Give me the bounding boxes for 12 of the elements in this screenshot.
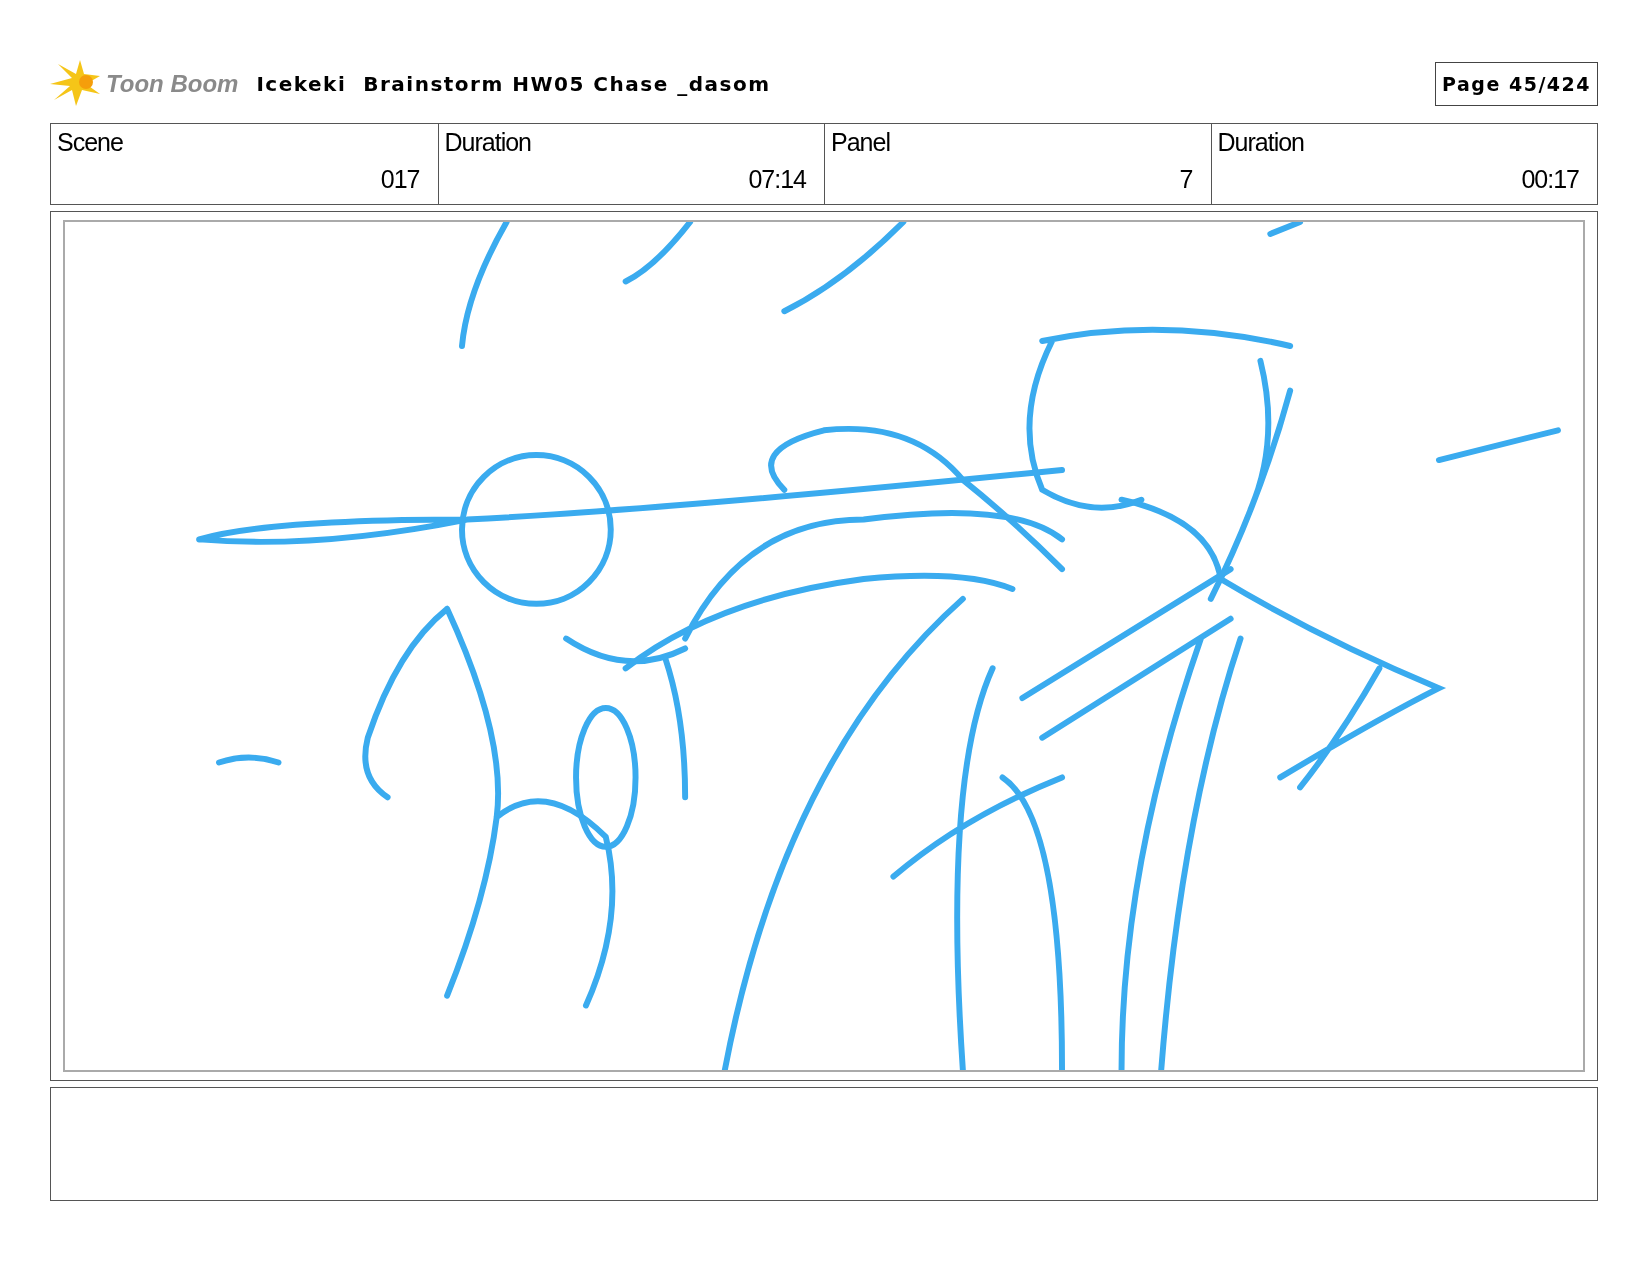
field-value: 017 — [380, 165, 420, 194]
field-value: 07:14 — [748, 165, 806, 194]
document-title: Icekeki Brainstorm HW05 Chase _dasom — [256, 72, 771, 96]
starburst-logo-icon — [50, 60, 102, 108]
field-label: Duration — [1217, 128, 1304, 157]
field-value: 7 — [1179, 165, 1193, 194]
field-label: Duration — [444, 128, 531, 157]
logo-text: Toon Boom — [106, 70, 239, 98]
field-value: 00:17 — [1521, 165, 1579, 194]
field-label: Panel — [831, 128, 890, 157]
page-number: Page 45/424 — [1435, 62, 1598, 106]
field-label: Scene — [57, 128, 123, 157]
